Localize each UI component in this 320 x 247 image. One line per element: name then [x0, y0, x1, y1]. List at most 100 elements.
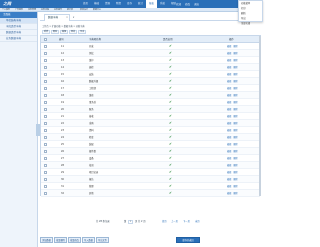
row-checkbox[interactable] — [44, 178, 47, 181]
table-row[interactable]: 27 设备 ✔ 编辑 删除 — [41, 155, 260, 162]
tab-dictionary[interactable]: 数据字典 × — [44, 14, 70, 21]
user-link[interactable]: 欢迎 — [176, 2, 181, 6]
edit-link[interactable]: 编辑 — [227, 52, 231, 55]
save-and-return-button[interactable]: 保存并返回 — [176, 237, 200, 243]
delete-link[interactable]: 删除 — [233, 164, 237, 167]
sub-toolbar-item[interactable]: 数据中心 — [93, 8, 101, 12]
row-checkbox[interactable] — [44, 143, 47, 146]
edit-link[interactable]: 编辑 — [227, 94, 231, 97]
table-row[interactable]: 23 资料 ✔ 编辑 删除 — [41, 127, 260, 134]
delete-link[interactable]: 删除 — [233, 101, 237, 104]
close-icon[interactable]: × — [66, 15, 68, 21]
row-checkbox[interactable] — [44, 66, 47, 69]
table-row[interactable]: 30 报告 ✔ 编辑 删除 — [41, 176, 260, 183]
row-checkbox[interactable] — [44, 101, 47, 104]
top-nav-item[interactable]: 首页 — [80, 0, 91, 8]
row-checkbox[interactable] — [44, 115, 47, 118]
table-row[interactable]: 17 工程部 ✔ 编辑 删除 — [41, 85, 260, 92]
row-checkbox[interactable] — [44, 52, 47, 55]
edit-link[interactable]: 编辑 — [227, 185, 231, 188]
delete-link[interactable]: 删除 — [233, 171, 237, 174]
delete-link[interactable]: 删除 — [233, 185, 237, 188]
grid-scrollbar[interactable] — [259, 36, 261, 196]
delete-link[interactable]: 删除 — [233, 80, 237, 83]
delete-link[interactable]: 删除 — [233, 150, 237, 153]
row-checkbox[interactable] — [44, 136, 47, 139]
delete-link[interactable]: 删除 — [233, 115, 237, 118]
row-checkbox[interactable] — [44, 45, 47, 48]
select-all-checkbox[interactable] — [44, 38, 47, 41]
sidebar-item[interactable]: 业务数据字典 — [0, 36, 37, 42]
page-input[interactable]: 1 — [128, 220, 133, 224]
edit-link[interactable]: 编辑 — [227, 66, 231, 69]
row-checkbox[interactable] — [44, 185, 47, 188]
row-checkbox[interactable] — [44, 129, 47, 132]
delete-link[interactable]: 删除 — [233, 122, 237, 125]
delete-link[interactable]: 删除 — [233, 143, 237, 146]
sub-toolbar-item[interactable]: 表单设计 — [80, 8, 88, 12]
first-page-link[interactable]: 首页 — [162, 219, 167, 225]
top-nav-item[interactable]: 报表 — [146, 0, 157, 8]
chevron-down-icon[interactable]: ▾ — [73, 16, 77, 20]
table-row[interactable]: 25 装配 ✔ 编辑 删除 — [41, 141, 260, 148]
edit-link[interactable]: 编辑 — [227, 171, 231, 174]
table-row[interactable]: 12 测试 ✔ 编辑 删除 — [41, 50, 260, 57]
sub-toolbar-item[interactable]: 业务操作 — [54, 8, 62, 12]
edit-link[interactable]: 编辑 — [227, 122, 231, 125]
delete-link[interactable]: 删除 — [233, 129, 237, 132]
table-row[interactable]: 20 服务 ✔ 编辑 删除 — [41, 106, 260, 113]
table-row[interactable]: 16 数据升级 ✔ 编辑 删除 — [41, 78, 260, 85]
table-row[interactable]: 26 备件数 ✔ 编辑 删除 — [41, 148, 260, 155]
action-button[interactable]: 新增 — [42, 30, 51, 34]
column-header-enabled[interactable]: 是否启用 — [163, 36, 173, 43]
column-header-name[interactable]: 字典项名称 — [89, 36, 101, 43]
delete-link[interactable]: 删除 — [233, 192, 237, 195]
user-link[interactable]: 修改 — [185, 2, 190, 6]
table-row[interactable]: 21 接收 ✔ 编辑 删除 — [41, 113, 260, 120]
next-page-link[interactable]: 下一页 — [183, 219, 190, 225]
bottom-button[interactable]: 批量删除 — [54, 237, 67, 243]
delete-link[interactable]: 删除 — [233, 136, 237, 139]
table-row[interactable]: 14 巡检 ✔ 编辑 删除 — [41, 64, 260, 71]
edit-link[interactable]: 编辑 — [227, 157, 231, 160]
bottom-button[interactable]: 导入数据 — [82, 237, 95, 243]
delete-link[interactable]: 删除 — [233, 94, 237, 97]
action-button[interactable]: 查询 — [69, 30, 78, 34]
edit-link[interactable]: 编辑 — [227, 45, 231, 48]
edit-link[interactable]: 编辑 — [227, 59, 231, 62]
edit-link[interactable]: 编辑 — [227, 115, 231, 118]
row-checkbox[interactable] — [44, 94, 47, 97]
table-row[interactable]: 18 维修 ✔ 编辑 删除 — [41, 92, 260, 99]
prev-page-link[interactable]: 上一页 — [171, 219, 178, 225]
bottom-button[interactable]: 添加数据 — [40, 237, 53, 243]
table-row[interactable]: 22 采购 ✔ 编辑 删除 — [41, 120, 260, 127]
delete-link[interactable]: 删除 — [233, 87, 237, 90]
table-row[interactable]: 19 事务处 ✔ 编辑 删除 — [41, 99, 260, 106]
row-checkbox[interactable] — [44, 157, 47, 160]
edit-link[interactable]: 编辑 — [227, 80, 231, 83]
row-checkbox[interactable] — [44, 192, 47, 195]
row-checkbox[interactable] — [44, 80, 47, 83]
edit-link[interactable]: 编辑 — [227, 136, 231, 139]
row-checkbox[interactable] — [44, 87, 47, 90]
row-checkbox[interactable] — [44, 164, 47, 167]
bottom-button[interactable]: 导出文件 — [96, 237, 109, 243]
delete-link[interactable]: 删除 — [233, 45, 237, 48]
delete-link[interactable]: 删除 — [233, 73, 237, 76]
row-checkbox[interactable] — [44, 108, 47, 111]
top-nav-item[interactable]: 库存 — [124, 0, 135, 8]
row-checkbox[interactable] — [44, 73, 47, 76]
top-nav-item[interactable]: 资源 — [102, 0, 113, 8]
action-button[interactable]: 删除 — [51, 30, 60, 34]
user-link[interactable]: 退出 — [194, 2, 199, 6]
scrollbar-thumb[interactable] — [259, 36, 261, 196]
top-nav-item[interactable]: 统计 — [135, 0, 146, 8]
top-nav-item[interactable]: 系统 — [157, 0, 168, 8]
edit-link[interactable]: 编辑 — [227, 73, 231, 76]
table-row[interactable]: 28 培训 ✔ 编辑 删除 — [41, 162, 260, 169]
row-checkbox[interactable] — [44, 171, 47, 174]
table-row[interactable]: 11 开发 ✔ 编辑 删除 — [41, 43, 260, 50]
edit-link[interactable]: 编辑 — [227, 164, 231, 167]
sub-toolbar-item[interactable]: 统计表 — [67, 8, 73, 12]
edit-link[interactable]: 编辑 — [227, 129, 231, 132]
